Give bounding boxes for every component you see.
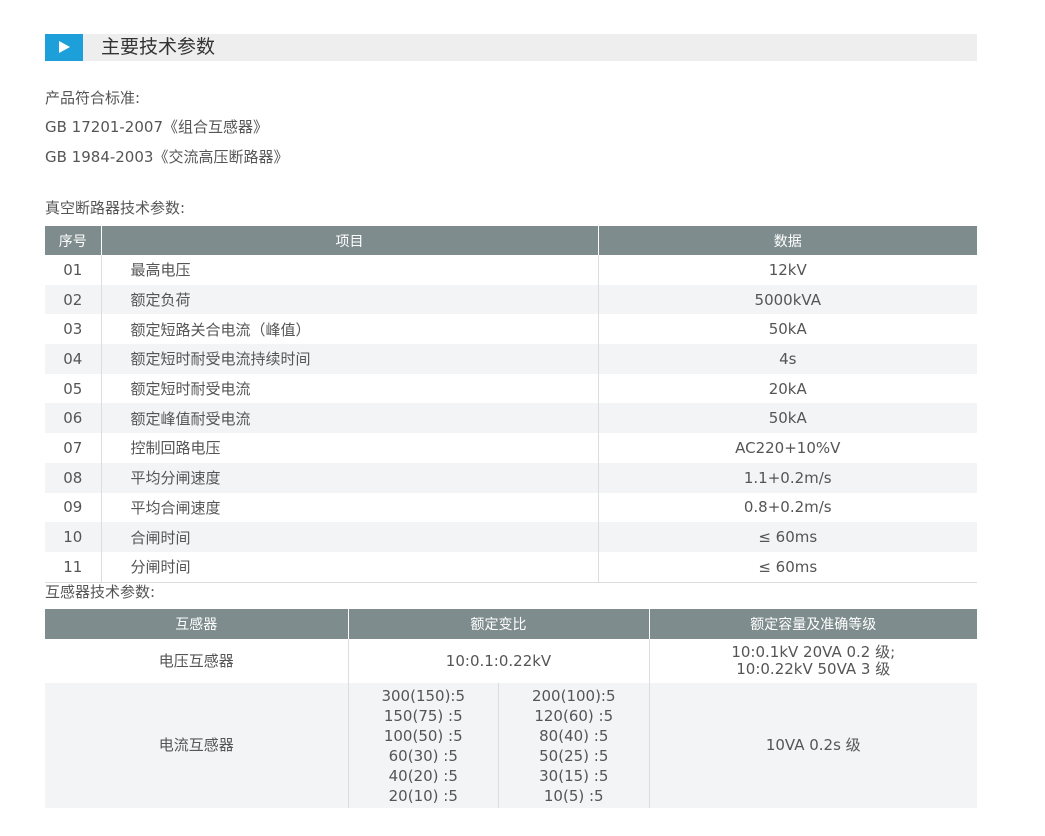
pt-capacity-line: 10:0.22kV 50VA 3 级 [736, 660, 891, 678]
table-row: 02 额定负荷 5000kVA [45, 284, 977, 315]
header-no: 序号 [45, 226, 102, 255]
row-item: 最高电压 [101, 255, 599, 285]
row-no: 02 [45, 284, 102, 315]
standard-item: GB 17201-2007《组合互感器》 [45, 118, 268, 136]
row-value: 20kA [598, 373, 977, 404]
ct-ratio: 80(40) :5 [539, 726, 609, 745]
header-capacity: 额定容量及准确等级 [649, 609, 977, 639]
row-item: 额定短时耐受电流持续时间 [101, 344, 599, 374]
row-value: 0.8+0.2m/s [598, 492, 977, 523]
row-no: 03 [45, 314, 102, 345]
section-header: 主要技术参数 [45, 34, 977, 61]
ct-capacity: 10VA 0.2s 级 [649, 683, 977, 808]
row-no: 06 [45, 403, 102, 434]
ct-ratio: 120(60) :5 [534, 706, 614, 725]
header-item: 项目 [101, 226, 599, 255]
ct-ratio: 150(75) :5 [383, 706, 463, 725]
table-row: 03 额定短路关合电流（峰值） 50kA [45, 314, 977, 345]
standards-label: 产品符合标准: [45, 89, 141, 107]
row-value: 5000kVA [598, 284, 977, 315]
row-no: 11 [45, 551, 102, 583]
table-row: 07 控制回路电压 AC220+10%V [45, 433, 977, 463]
section-title: 主要技术参数 [101, 36, 216, 58]
ct-ratio: 30(15) :5 [539, 766, 609, 785]
table-header-row: 互感器 额定变比 额定容量及准确等级 [45, 609, 977, 639]
row-item: 平均分闸速度 [101, 462, 599, 493]
table-row: 04 额定短时耐受电流持续时间 4s [45, 344, 977, 374]
ct-ratio: 60(30) :5 [388, 746, 458, 765]
ct-ratio: 300(150):5 [381, 686, 466, 705]
row-value: 1.1+0.2m/s [598, 462, 977, 493]
row-value: 50kA [598, 314, 977, 345]
ct-ratio: 20(10) :5 [388, 786, 458, 805]
row-item: 控制回路电压 [101, 433, 599, 463]
ct-ratios: 300(150):5 150(75) :5 100(50) :5 60(30) :5 4… [348, 683, 650, 808]
table-header-row: 序号 项目 数据 [45, 226, 977, 255]
table-row: 06 额定峰值耐受电流 50kA [45, 403, 977, 434]
transformer-params-table: 互感器 额定变比 额定容量及准确等级 电压互感器 10:0.1:0.22kV 1… [45, 609, 977, 808]
row-value: AC220+10%V [598, 433, 977, 463]
row-no: 07 [45, 433, 102, 463]
row-value: ≤ 60ms [598, 522, 977, 552]
row-value: ≤ 60ms [598, 551, 977, 583]
ct-ratio: 100(50) :5 [383, 726, 463, 745]
pt-name: 电压互感器 [45, 639, 349, 683]
row-no: 10 [45, 522, 102, 552]
table-row: 10 合闸时间 ≤ 60ms [45, 522, 977, 552]
ct-name: 电流互感器 [45, 683, 349, 808]
table-row: 08 平均分闸速度 1.1+0.2m/s [45, 462, 977, 493]
row-no: 04 [45, 344, 102, 374]
row-item: 额定峰值耐受电流 [101, 403, 599, 434]
row-item: 额定负荷 [101, 284, 599, 315]
row-item: 额定短路关合电流（峰值） [101, 314, 599, 345]
header-transformer: 互感器 [45, 609, 349, 639]
header-value: 数据 [598, 226, 977, 255]
pt-capacity-line: 10:0.1kV 20VA 0.2 级; [731, 643, 896, 661]
play-icon [45, 34, 83, 61]
ct-ratio: 50(25) :5 [539, 746, 609, 765]
row-no: 09 [45, 492, 102, 523]
row-value: 50kA [598, 403, 977, 434]
table-row: 电压互感器 10:0.1:0.22kV 10:0.1kV 20VA 0.2 级;… [45, 639, 977, 683]
table-row: 09 平均合闸速度 0.8+0.2m/s [45, 492, 977, 523]
row-no: 08 [45, 462, 102, 493]
standard-item: GB 1984-2003《交流高压断路器》 [45, 148, 289, 166]
pt-ratio: 10:0.1:0.22kV [348, 639, 650, 683]
ct-ratio-column-right: 200(100):5 120(60) :5 80(40) :5 50(25) :5 30… [499, 683, 649, 808]
header-ratio: 额定变比 [348, 609, 650, 639]
row-no: 05 [45, 373, 102, 404]
ct-ratio: 200(100):5 [531, 686, 616, 705]
transformer-label: 互感器技术参数: [45, 583, 156, 601]
row-item: 平均合闸速度 [101, 492, 599, 523]
breaker-params-table: 序号 项目 数据 01 最高电压 12kV 02 额定负荷 5000kVA 03 额定短路关合… [45, 226, 977, 583]
row-value: 4s [598, 344, 977, 374]
table-row: 电流互感器 300(150):5 150(75) :5 100(50) :5 60(3… [45, 683, 977, 808]
row-item: 合闸时间 [101, 522, 599, 552]
row-no: 01 [45, 255, 102, 285]
pt-capacity: 10:0.1kV 20VA 0.2 级; 10:0.22kV 50VA 3 级 [649, 639, 977, 683]
row-item: 分闸时间 [101, 551, 599, 583]
ct-ratio: 40(20) :5 [388, 766, 458, 785]
ct-ratio: 10(5) :5 [543, 786, 604, 805]
breaker-label: 真空断路器技术参数: [45, 199, 186, 217]
ct-ratio-column-left: 300(150):5 150(75) :5 100(50) :5 60(30) :5 4… [349, 683, 499, 808]
table-row: 11 分闸时间 ≤ 60ms [45, 551, 977, 583]
table-row: 01 最高电压 12kV [45, 255, 977, 285]
row-value: 12kV [598, 255, 977, 285]
table-row: 05 额定短时耐受电流 20kA [45, 373, 977, 404]
row-item: 额定短时耐受电流 [101, 373, 599, 404]
